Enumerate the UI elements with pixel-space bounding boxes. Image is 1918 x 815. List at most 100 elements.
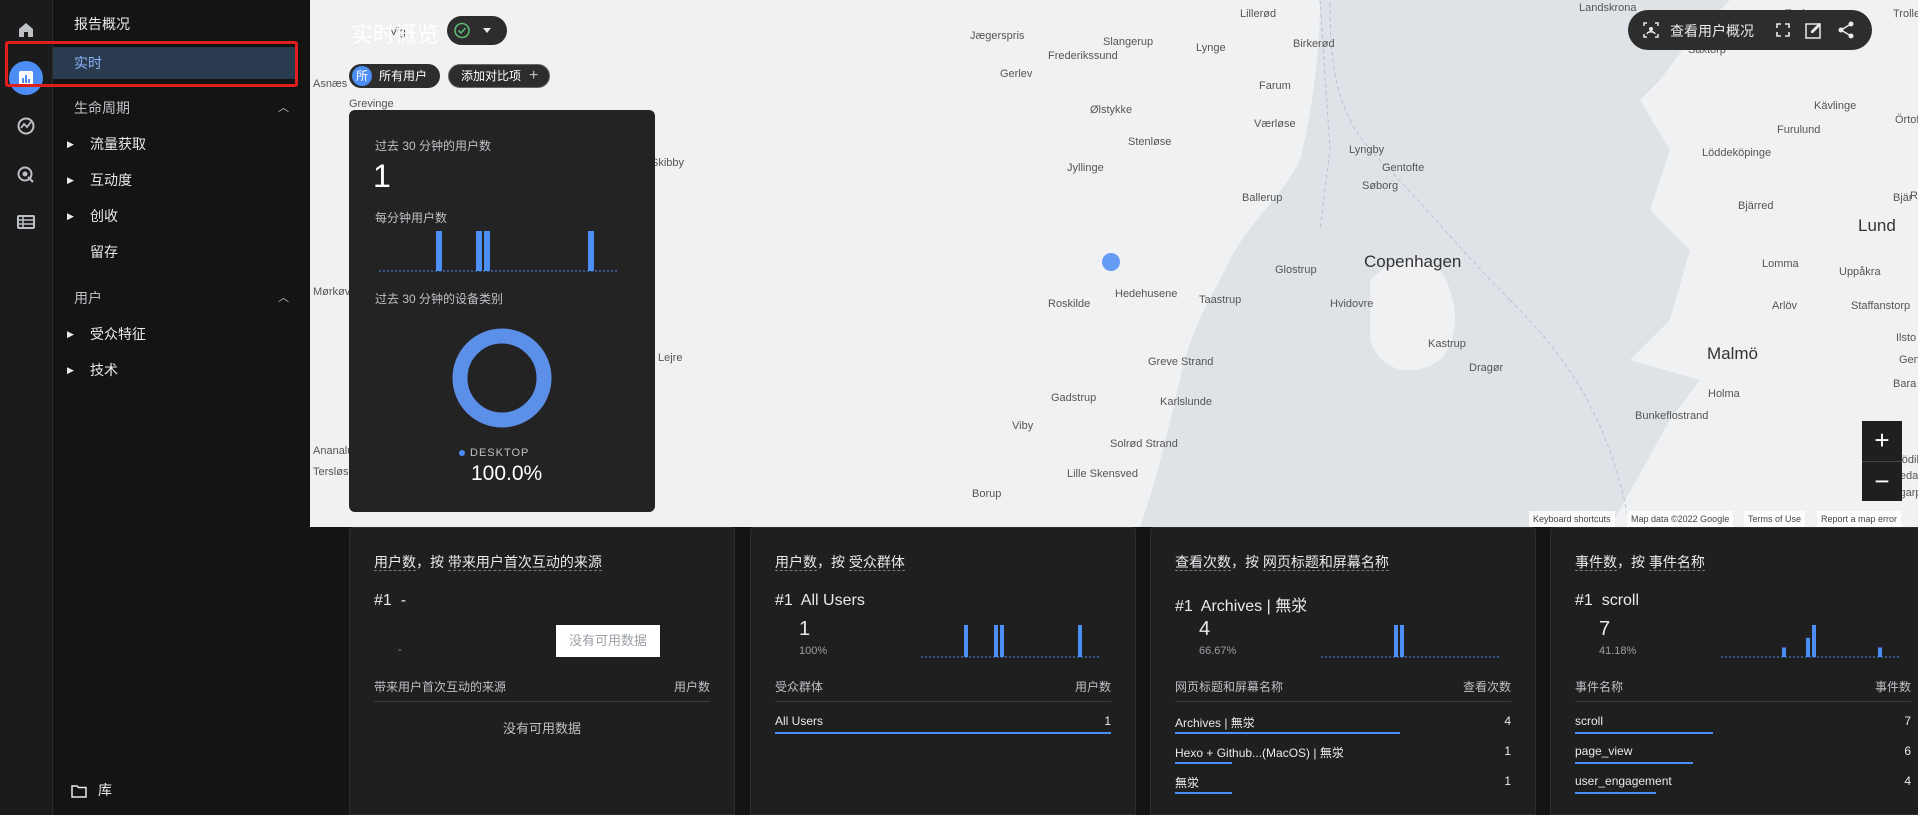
configure-icon[interactable] [12,208,40,236]
nav-library[interactable]: 库 [53,776,303,804]
nav-engagement-label: 互动度 [90,172,132,188]
home-icon[interactable] [12,16,40,44]
row-bar [1175,732,1401,734]
add-comparison-button[interactable]: 添加对比项 + [448,64,550,88]
share-icon[interactable] [1836,20,1856,45]
per-minute-label: 每分钟用户数 [375,211,448,225]
map-label: Löddeköpinge [1702,147,1772,159]
card-dimension-dropdown[interactable]: 受众群体 [848,554,905,571]
map-label: Slangerup [1103,36,1154,48]
zoom-out-button[interactable]: − [1862,461,1902,501]
card-dimension-dropdown[interactable]: 带来用户首次互动的来源 [447,554,602,571]
edit-report-icon[interactable] [1804,20,1824,45]
nav-tech[interactable]: ▶ 技术 [53,356,303,384]
map-label: Uppåkra [1839,266,1881,278]
map-label: Søborg [1362,180,1399,192]
table-row[interactable]: All Users 1 [775,708,1111,738]
map-label: Birkerød [1293,38,1335,50]
nav-demographics[interactable]: ▶ 受众特征 [53,320,303,348]
map-label: Lomma [1762,258,1799,270]
card-col-metric: 用户数 [673,680,710,694]
card-top-value: 1 [799,618,811,640]
card-sparkline [921,625,1101,658]
table-row[interactable]: Archives | 無泶 4 [1175,708,1511,738]
spark-bar [1078,625,1082,657]
card-sub-dash: - [398,644,402,656]
nav-acquisition[interactable]: ▶ 流量获取 [53,130,303,158]
row-label: user_engagement [1575,774,1672,788]
row-value: 1 [1104,714,1111,728]
map-label: Ølstykke [1090,104,1133,116]
spark-bar [1400,625,1404,657]
nav-retention[interactable]: 留存 [53,238,303,266]
nav-monetization[interactable]: ▶ 创收 [53,202,303,230]
row-label: Hexo + Github...(MacOS) | 無泶 [1175,746,1344,760]
nav-monetization-label: 创收 [90,208,118,224]
map-label: Kävlinge [1814,100,1857,112]
advertising-icon[interactable] [12,161,40,189]
report-card: 用户数，按 带来用户首次互动的来源 #1 - - 没有可用数据 带来用户首次互动的来源用… [349,527,735,815]
card-divider [1575,701,1911,702]
nav-overview[interactable]: 报告概况 [53,10,303,38]
nav-group-user[interactable]: 用户 ︿ [53,284,303,312]
card-metric-dropdown[interactable]: 查看次数 [1175,554,1231,571]
chevron-up-icon: ︿ [278,102,289,114]
row-value: 1 [1504,744,1511,758]
explore-icon[interactable] [12,112,40,140]
row-value: 4 [1504,714,1511,728]
status-dropdown[interactable] [447,16,507,45]
row-bar [1175,762,1233,764]
map-label: Grevinge [349,98,394,110]
card-dimension-dropdown[interactable]: 事件名称 [1648,554,1705,571]
nav-engagement[interactable]: ▶ 互动度 [53,166,303,194]
device-legend: DESKTOP [459,447,529,459]
map-label: Arlöv [1772,300,1798,312]
map-keyboard-shortcuts[interactable]: Keyboard shortcuts [1529,511,1615,527]
nav-group-lifecycle-label: 生命周期 [74,100,130,116]
caret-right-icon: ▶ [67,175,74,185]
map-label: Bjärred [1738,200,1774,212]
card-metric-dropdown[interactable]: 用户数 [374,554,416,571]
report-card: 事件数，按 事件名称 #1 scroll 7 41.18% 事件名称 事件数 scroll… [1550,527,1918,815]
map-terms[interactable]: Terms of Use [1744,511,1806,527]
map-label: Glostrup [1275,264,1317,276]
card-title: 事件数，按 事件名称 [1575,554,1705,571]
table-row[interactable]: user_engagement 4 [1575,768,1911,798]
map-label: Taastrup [1199,294,1242,306]
row-bar [775,732,1111,734]
user-snapshot-icon[interactable] [1642,21,1660,44]
table-row[interactable]: page_view 6 [1575,738,1911,768]
row-label: page_view [1575,744,1633,758]
card-metric-dropdown[interactable]: 事件数 [1575,554,1617,571]
spark-bar [1878,647,1882,657]
user-location-dot [1102,253,1120,271]
card-dimension-dropdown[interactable]: 网页标题和屏幕名称 [1262,554,1389,571]
table-row[interactable]: Hexo + Github...(MacOS) | 無泶 1 [1175,738,1511,768]
avatar: 所 [352,66,372,86]
card-top-item: #1 Archives | 無泶 [1175,598,1308,615]
view-user-overview-button[interactable]: 查看用户概况 [1670,21,1754,41]
row-label: 無泶 [1175,776,1200,790]
nav-library-label: 库 [98,782,112,798]
zoom-in-button[interactable]: + [1862,421,1902,461]
table-row[interactable]: scroll 7 [1575,708,1911,738]
users-30min-label: 过去 30 分钟的用户数 [375,139,492,153]
card-col-dimension: 事件名称 [1575,680,1624,694]
spark-bar [1782,647,1786,657]
card-metric-dropdown[interactable]: 用户数 [775,554,817,571]
map-label: Gerlev [1000,68,1033,80]
map-report-error[interactable]: Report a map error [1817,511,1902,527]
chip-all-users[interactable]: 所 所有用户 [349,64,440,88]
map-label: Værløse [1254,118,1296,130]
map-label: Jægerspris [970,30,1025,42]
map-label: Örtofta [1895,114,1918,126]
map-label: Roskilde [1048,298,1091,310]
spark-bar [1000,625,1004,657]
map-label: Dragør [1469,362,1504,374]
card-col-dimension: 网页标题和屏幕名称 [1175,680,1284,694]
table-row[interactable]: 無泶 1 [1175,768,1511,798]
nav-group-lifecycle[interactable]: 生命周期 ︿ [53,94,303,122]
card-divider [1175,701,1511,702]
fullscreen-icon[interactable] [1774,21,1792,44]
no-data-text: 没有可用数据 [502,721,581,736]
